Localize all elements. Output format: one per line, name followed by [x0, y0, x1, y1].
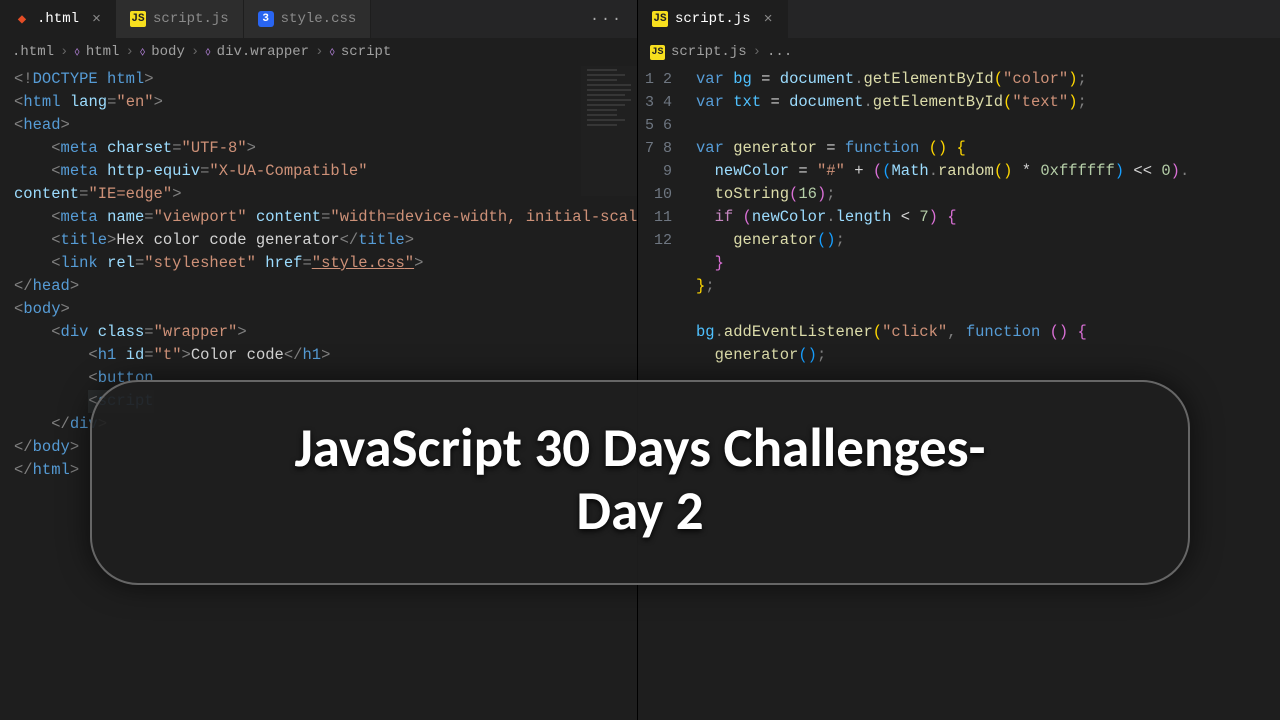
- code-area[interactable]: var bg = document.getElementById("color"…: [638, 68, 1280, 367]
- breadcrumb-item[interactable]: div.wrapper: [217, 44, 309, 60]
- html5-icon: ◆: [14, 11, 30, 27]
- js-icon: JS: [652, 11, 668, 27]
- tab-bar-left: ◆ .html × JS script.js 3 style.css ···: [0, 0, 637, 38]
- tab-label: style.css: [281, 11, 357, 27]
- left-editor-group: ◆ .html × JS script.js 3 style.css ··· .…: [0, 0, 638, 720]
- breadcrumb-item[interactable]: script: [341, 44, 391, 60]
- title-overlay: JavaScript 30 Days Challenges- Day 2: [90, 380, 1190, 585]
- breadcrumb-right[interactable]: JS script.js› ...: [638, 38, 1280, 66]
- breadcrumb-item[interactable]: .html: [12, 44, 54, 60]
- overlay-line2: Day 2: [132, 479, 1148, 542]
- breadcrumb-item[interactable]: body: [151, 44, 185, 60]
- tab-bar-right: JS script.js ×: [638, 0, 1280, 38]
- breadcrumb-left[interactable]: .html› ⬨html› ⬨body› ⬨div.wrapper› ⬨scri…: [0, 38, 637, 66]
- breadcrumb-item[interactable]: ...: [767, 44, 792, 60]
- symbol-icon: ⬨: [74, 45, 79, 59]
- line-gutter: 1 2 3 4 5 6 7 8 9 10 11 12: [638, 68, 690, 252]
- tab-label: script.js: [675, 11, 751, 27]
- js-icon: JS: [130, 11, 146, 27]
- tab-label: script.js: [153, 11, 229, 27]
- close-icon[interactable]: ×: [92, 12, 101, 27]
- minimap[interactable]: [581, 66, 637, 196]
- tab-overflow-button[interactable]: ···: [576, 0, 637, 38]
- tab-stylecss[interactable]: 3 style.css: [244, 0, 372, 38]
- tab-scriptjs[interactable]: JS script.js: [116, 0, 244, 38]
- breadcrumb-item[interactable]: html: [86, 44, 120, 60]
- symbol-icon: ⬨: [330, 45, 335, 59]
- close-icon[interactable]: ×: [764, 12, 773, 27]
- symbol-icon: ⬨: [140, 45, 145, 59]
- breadcrumb-item[interactable]: script.js: [671, 44, 747, 60]
- right-editor-group: JS script.js × JS script.js› ... 1 2 3 4…: [638, 0, 1280, 720]
- css-icon: 3: [258, 11, 274, 27]
- js-icon: JS: [650, 45, 665, 60]
- tab-label: .html: [37, 11, 79, 27]
- tab-scriptjs-right[interactable]: JS script.js ×: [638, 0, 788, 38]
- symbol-icon: ⬨: [205, 45, 210, 59]
- tab-html[interactable]: ◆ .html ×: [0, 0, 116, 38]
- overlay-line1: JavaScript 30 Days Challenges-: [132, 416, 1148, 479]
